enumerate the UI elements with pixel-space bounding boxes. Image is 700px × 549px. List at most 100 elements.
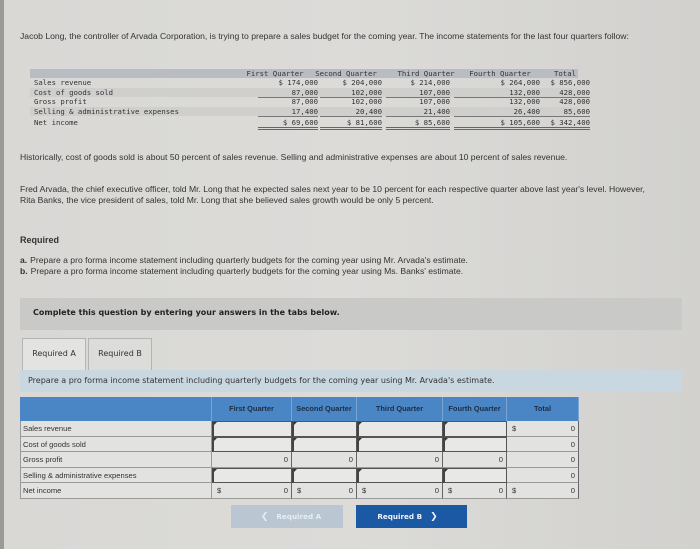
- cell: 17,400: [258, 107, 318, 117]
- answer-input[interactable]: [292, 467, 357, 483]
- input-marker-icon: [359, 437, 362, 441]
- history-row-cogs: Cost of goods sold 87,000 102,000 107,00…: [30, 87, 590, 98]
- cell: 20,400: [320, 107, 382, 117]
- dollar-sign: $: [448, 486, 453, 495]
- cell: $ 69,600: [258, 118, 318, 130]
- cell: 428,000: [530, 88, 590, 98]
- cell: $ 342,400: [530, 118, 590, 130]
- answer-input[interactable]: [443, 436, 507, 452]
- input-marker-icon: [214, 437, 217, 441]
- history-row-gross-profit: Gross profit 87,000 102,000 107,000 132,…: [30, 97, 590, 107]
- historical-income-table: First Quarter Second Quarter Third Quart…: [30, 69, 590, 130]
- prev-required-a-button[interactable]: ❮ Required A: [231, 505, 343, 528]
- cell-value: 0: [434, 486, 439, 495]
- input-marker-icon: [214, 422, 217, 425]
- cell: 26,400: [454, 107, 540, 117]
- cell-value: 0: [348, 455, 353, 464]
- input-marker-icon: [359, 468, 362, 472]
- cell-value: 0: [348, 486, 353, 495]
- answer-input[interactable]: [357, 467, 443, 483]
- history-row-net-income: Net income $ 69,600 $ 81,600 $ 85,600 $ …: [30, 116, 590, 130]
- required-list: a. Prepare a pro forma income statement i…: [20, 255, 468, 277]
- chevron-left-icon: ❮: [260, 512, 269, 522]
- cell-value: 0: [570, 439, 575, 449]
- header-first-quarter: First Quarter: [212, 397, 292, 421]
- header-total: Total: [507, 397, 579, 421]
- cell: $ 85,600: [386, 118, 450, 130]
- answer-input[interactable]: [357, 421, 443, 437]
- row-label: Net income: [34, 118, 78, 127]
- cell: 132,000: [454, 88, 540, 98]
- answer-value: $0: [357, 483, 443, 499]
- intro-paragraph: Jacob Long, the controller of Arvada Cor…: [20, 31, 629, 41]
- cell: 87,000: [258, 88, 318, 98]
- cell-value: 0: [498, 455, 503, 464]
- cell-value: 0: [283, 455, 288, 464]
- window-frame-edge: [0, 0, 4, 549]
- next-required-b-button[interactable]: Required B ❯: [356, 505, 467, 528]
- cell: 107,000: [419, 97, 450, 106]
- input-marker-icon: [359, 422, 362, 425]
- input-marker-icon: [445, 437, 448, 441]
- answer-input[interactable]: [212, 436, 292, 452]
- dollar-sign: $: [362, 486, 367, 495]
- tab-required-a[interactable]: Required A: [22, 338, 86, 370]
- answer-input[interactable]: [292, 421, 357, 437]
- cell: 102,000: [320, 88, 382, 98]
- cell-value: 0: [570, 424, 575, 433]
- answer-row-label: Selling & administrative expenses: [20, 467, 212, 483]
- answer-input[interactable]: [443, 421, 507, 437]
- cell: $ 174,000: [278, 78, 318, 87]
- answer-input[interactable]: [212, 467, 292, 483]
- answer-value: 0: [443, 452, 507, 468]
- answer-row-label: Sales revenue: [20, 421, 212, 437]
- row-label: Gross profit: [34, 97, 87, 106]
- required-item-b: b. Prepare a pro forma income statement i…: [20, 266, 468, 277]
- cell: 85,600: [530, 107, 590, 117]
- tab-description: Prepare a pro forma income statement inc…: [20, 370, 682, 392]
- answer-input[interactable]: [443, 467, 507, 483]
- cell: $ 105,600: [454, 118, 540, 130]
- header-second-quarter: Second Quarter: [315, 69, 377, 78]
- row-label: Cost of goods sold: [34, 87, 114, 97]
- answer-value: 0: [507, 452, 579, 468]
- cell-value: 0: [570, 470, 575, 480]
- row-label: Sales revenue: [34, 78, 92, 87]
- input-marker-icon: [294, 422, 297, 425]
- input-marker-icon: [294, 468, 297, 472]
- answer-row-label: Net income: [20, 483, 212, 499]
- cell: 102,000: [351, 97, 382, 106]
- cell-value: 0: [498, 486, 503, 495]
- cell-value: 0: [434, 455, 439, 464]
- cell: 87,000: [291, 97, 318, 106]
- item-label: b.: [20, 266, 28, 276]
- answer-input[interactable]: [212, 421, 292, 437]
- cell: $ 81,600: [320, 118, 382, 130]
- input-marker-icon: [294, 437, 297, 441]
- input-marker-icon: [214, 468, 217, 472]
- history-row-selling-admin: Selling & administrative expenses 17,400…: [30, 106, 590, 117]
- forecast-note: Fred Arvada, the chief executive officer…: [20, 184, 645, 205]
- cell: $ 214,000: [410, 78, 450, 87]
- dollar-sign: $: [512, 486, 517, 495]
- answer-input[interactable]: [357, 436, 443, 452]
- header-label-column: [20, 397, 212, 421]
- instruction-text: Complete this question by entering your …: [33, 308, 340, 317]
- header-total: Total: [554, 69, 576, 78]
- tab-required-b[interactable]: Required B: [88, 338, 152, 370]
- instruction-box: Complete this question by entering your …: [20, 298, 682, 330]
- answer-value: $0: [292, 483, 357, 499]
- answer-value: $0: [507, 421, 579, 437]
- answer-value: $0: [507, 483, 579, 499]
- header-fourth-quarter: Fourth Quarter: [469, 69, 531, 78]
- chevron-right-icon: ❯: [430, 512, 438, 522]
- answer-value: $0: [443, 483, 507, 499]
- history-row-sales: Sales revenue $ 174,000 $ 204,000 $ 214,…: [30, 78, 590, 88]
- answer-row-label: Cost of goods sold: [20, 436, 212, 452]
- answer-input[interactable]: [292, 436, 357, 452]
- answer-value: 0: [507, 436, 579, 452]
- row-label: Selling & administrative expenses: [34, 106, 179, 116]
- answer-value: 0: [292, 452, 357, 468]
- cell-value: 0: [283, 486, 288, 495]
- cell: $ 264,000: [500, 78, 540, 87]
